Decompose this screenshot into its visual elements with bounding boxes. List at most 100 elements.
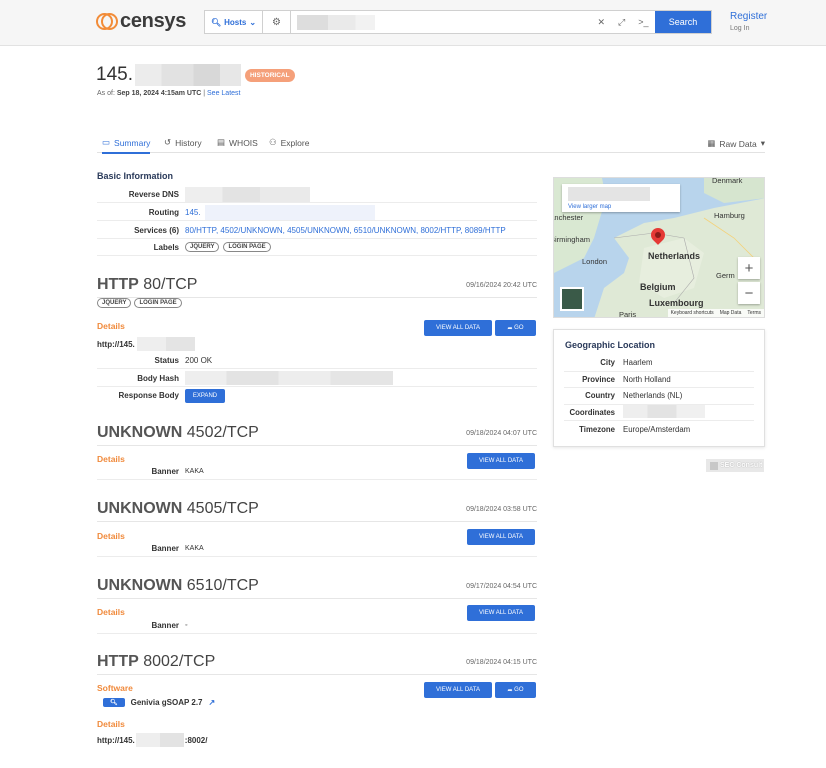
banner-label: Banner [151,543,179,553]
banner-value: ◦ [185,621,188,629]
expand-icon[interactable]: ⤢ [618,17,625,28]
raw-data-dropdown[interactable]: ▦ Raw Data ▾ [707,138,765,149]
redacted-dns [185,186,310,202]
search-button[interactable]: Search [655,11,711,33]
banner-label: Banner [151,466,179,476]
map-label: Paris [619,310,637,318]
map-label: Denmark [712,177,743,185]
tab-label: History [175,137,202,148]
map-label: Manchester [554,213,584,222]
geo-key: City [600,358,615,368]
geo-key: Coordinates [569,407,616,417]
tab-explore[interactable]: ⚇ Explore [269,137,309,148]
expand-button[interactable]: EXPAND [185,388,225,403]
map-footer: Keyboard shortcuts Map Data Terms [667,309,764,317]
search-tag-button[interactable]: 🔍︎ [103,698,125,707]
as-of-label: As of: [97,90,115,97]
go-button[interactable]: ➦ GO [495,682,536,698]
gear-icon[interactable]: ⚙ [263,11,291,33]
label-pill[interactable]: JQUERY [97,298,132,308]
routing-value[interactable]: 145. [185,208,201,217]
service-proto: UNKNOWN [97,424,183,441]
top-navbar: censys 🔍︎ Hosts ⌄ ⚙ ✕ ⤢ >_ Search Regist… [0,0,826,46]
details-heading: Details [97,719,125,729]
redacted-ip [134,64,241,86]
search-type-dropdown[interactable]: 🔍︎ Hosts ⌄ [205,11,263,33]
external-link-icon[interactable]: ↗ [209,698,216,707]
censys-logo-icon [96,11,118,33]
search-input[interactable] [291,11,591,33]
service-proto: UNKNOWN [97,500,183,517]
label-pill[interactable]: LOGIN PAGE [223,242,271,252]
service-url[interactable]: http://145. :8002/ [97,733,207,747]
map-label: Belgium [640,282,676,292]
login-link[interactable]: Log In [730,25,749,32]
geo-value: North Holland [623,374,671,384]
geo-value: Europe/Amsterdam [623,424,691,434]
tab-history[interactable]: ↺ History [164,137,202,148]
service-date: 09/18/2024 04:15 UTC [466,659,537,666]
service-title: HTTP 80/TCP [97,276,197,294]
terminal-icon[interactable]: >_ [638,17,648,27]
routing-label: Routing [148,207,179,217]
chevron-down-icon: ⌄ [249,17,257,27]
location-map[interactable]: View larger map Denmark Hamburg Manchest… [553,177,765,318]
status-label: Status [154,355,179,365]
zoom-in-button[interactable]: + [738,257,760,279]
view-all-data-button[interactable]: VIEW ALL DATA [424,682,492,698]
sec-consult-watermark: SEC Consult [706,459,764,472]
service-header-http-8002: HTTP 8002/TCP 09/18/2024 04:15 UTC [97,653,537,675]
services-label: Services (6) [134,225,179,235]
tab-summary[interactable]: ▭ Summary [102,137,151,154]
satellite-toggle[interactable] [560,287,584,311]
censys-logo[interactable]: censys [96,10,186,33]
share-icon: ➦ [507,687,515,694]
geo-row-country: Country Netherlands (NL) [564,388,754,405]
service-proto: HTTP [97,653,139,670]
map-label: London [582,257,608,266]
sec-consult-logo-icon [710,461,718,470]
terms-link[interactable]: Terms [747,310,761,316]
redacted-url [136,337,195,351]
label-pill[interactable]: LOGIN PAGE [134,298,182,308]
service-header-http-80: HTTP 80/TCP 09/16/2024 20:42 UTC [97,276,537,298]
geo-key: Country [585,391,615,401]
service-port: 6510/TCP [186,577,259,594]
tab-label: Summary [114,137,151,148]
geo-row-city: City Haarlem [564,355,754,372]
clear-icon[interactable]: ✕ [597,17,605,28]
map-label: Birmingham [553,235,591,244]
as-of-line: As of: Sep 18, 2024 4:15am UTC | See Lat… [97,90,241,97]
geo-row-province: Province North Holland [564,372,754,388]
service-url[interactable]: http://145. [97,337,195,351]
tab-whois[interactable]: ▤ WHOIS [217,137,258,148]
labels-label: Labels [153,242,179,252]
view-larger-map-link[interactable]: View larger map [568,204,611,210]
search-bar: 🔍︎ Hosts ⌄ ⚙ ✕ ⤢ >_ Search [204,10,712,34]
keyboard-shortcuts-link[interactable]: Keyboard shortcuts [671,310,714,316]
software-name: Genivia gSOAP 2.7 [130,698,203,707]
geo-key: Province [582,374,615,384]
banner-row: Banner ◦ [97,617,537,634]
service-proto: UNKNOWN [97,577,183,594]
map-label: Netherlands [648,251,701,261]
banner-label: Banner [151,620,179,630]
go-button[interactable]: ➦ GO [495,320,536,336]
register-link[interactable]: Register [730,11,767,22]
see-latest-link[interactable]: See Latest [207,90,240,97]
geo-key: Timezone [579,424,615,434]
service-port: 80/TCP [143,276,198,293]
redacted-hash [185,371,393,385]
service-date: 09/18/2024 03:58 UTC [466,506,537,513]
view-all-data-button[interactable]: VIEW ALL DATA [424,320,492,336]
map-data-link[interactable]: Map Data [720,310,742,316]
service-header-unknown-4505: UNKNOWN 4505/TCP 09/18/2024 03:58 UTC [97,500,537,522]
geo-value: Netherlands (NL) [623,391,683,401]
labels-row: Labels JQUERY LOGIN PAGE [97,239,537,256]
service-header-unknown-6510: UNKNOWN 6510/TCP 09/17/2024 04:54 UTC [97,577,537,599]
services-value[interactable]: 80/HTTP, 4502/UNKNOWN, 4505/UNKNOWN, 651… [185,226,506,235]
label-pill[interactable]: JQUERY [185,242,220,252]
zoom-out-button[interactable]: − [738,282,760,304]
details-heading: Details [97,607,125,617]
reverse-dns-row: Reverse DNS [97,186,537,203]
